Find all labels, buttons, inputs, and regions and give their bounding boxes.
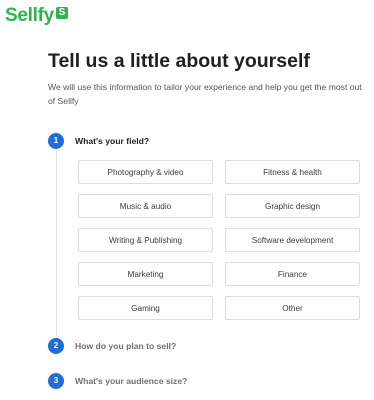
page-title: Tell us a little about yourself <box>48 50 310 72</box>
option-writing-publishing[interactable]: Writing & Publishing <box>78 228 213 252</box>
option-finance[interactable]: Finance <box>225 262 360 286</box>
onboarding-page: Sellfy S Tell us a little about yourself… <box>0 0 374 400</box>
step-field[interactable]: 1 What's your field? <box>48 133 149 149</box>
step-audience-size[interactable]: 3 What's your audience size? <box>48 373 187 389</box>
option-other[interactable]: Other <box>225 296 360 320</box>
option-graphic-design[interactable]: Graphic design <box>225 194 360 218</box>
page-subtitle: We will use this information to tailor y… <box>48 82 362 106</box>
step-label: What's your audience size? <box>75 376 188 386</box>
option-photography-video[interactable]: Photography & video <box>78 160 213 184</box>
option-software-development[interactable]: Software development <box>225 228 360 252</box>
logo-badge-icon: S <box>55 7 68 19</box>
sellfy-logo[interactable]: Sellfy S <box>5 5 68 27</box>
option-fitness-health[interactable]: Fitness & health <box>225 160 360 184</box>
step-sell-plan[interactable]: 2 How do you plan to sell? <box>48 338 176 354</box>
field-options: Photography & video Fitness & health Mus… <box>78 160 361 320</box>
step-number-badge: 1 <box>48 133 64 149</box>
step-number-badge: 2 <box>48 338 64 354</box>
steps-timeline <box>56 146 57 340</box>
logo-text: Sellfy <box>5 5 54 26</box>
option-gaming[interactable]: Gaming <box>78 296 213 320</box>
option-marketing[interactable]: Marketing <box>78 262 213 286</box>
step-label: How do you plan to sell? <box>75 341 177 351</box>
option-music-audio[interactable]: Music & audio <box>78 194 213 218</box>
step-label: What's your field? <box>75 136 150 146</box>
step-number-badge: 3 <box>48 373 64 389</box>
